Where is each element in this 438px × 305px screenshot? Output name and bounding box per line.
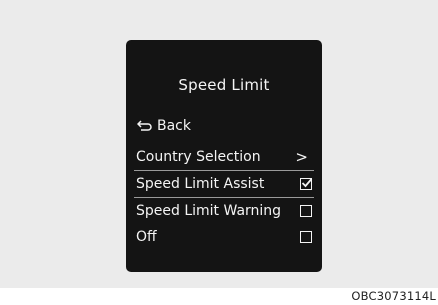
menu-item-label: Country Selection — [136, 148, 261, 165]
menu-item-label: Speed Limit Warning — [136, 202, 282, 219]
back-label: Back — [157, 118, 191, 134]
menu-item-speed-limit-warning[interactable]: Speed Limit Warning — [134, 198, 314, 223]
menu-item-speed-limit-assist[interactable]: Speed Limit Assist — [134, 171, 314, 196]
menu-item-label: Off — [136, 228, 157, 245]
checkbox-checked-icon[interactable] — [300, 177, 313, 190]
chevron-right-icon: > — [295, 147, 308, 166]
back-arrow-icon — [137, 120, 152, 131]
image-code: OBC3073114L — [351, 289, 436, 303]
menu-item-country-selection[interactable]: Country Selection > — [134, 144, 314, 169]
check-mark-icon — [301, 177, 313, 187]
screen-title: Speed Limit — [178, 76, 270, 94]
back-button[interactable]: Back — [137, 116, 191, 136]
checkbox-unchecked-icon[interactable] — [300, 230, 312, 243]
menu-item-label: Speed Limit Assist — [136, 175, 265, 192]
menu-item-off[interactable]: Off — [134, 224, 314, 249]
checkbox-unchecked-icon[interactable] — [300, 204, 312, 217]
cluster-display: Speed Limit Back Country Selection > Spe… — [126, 40, 322, 272]
